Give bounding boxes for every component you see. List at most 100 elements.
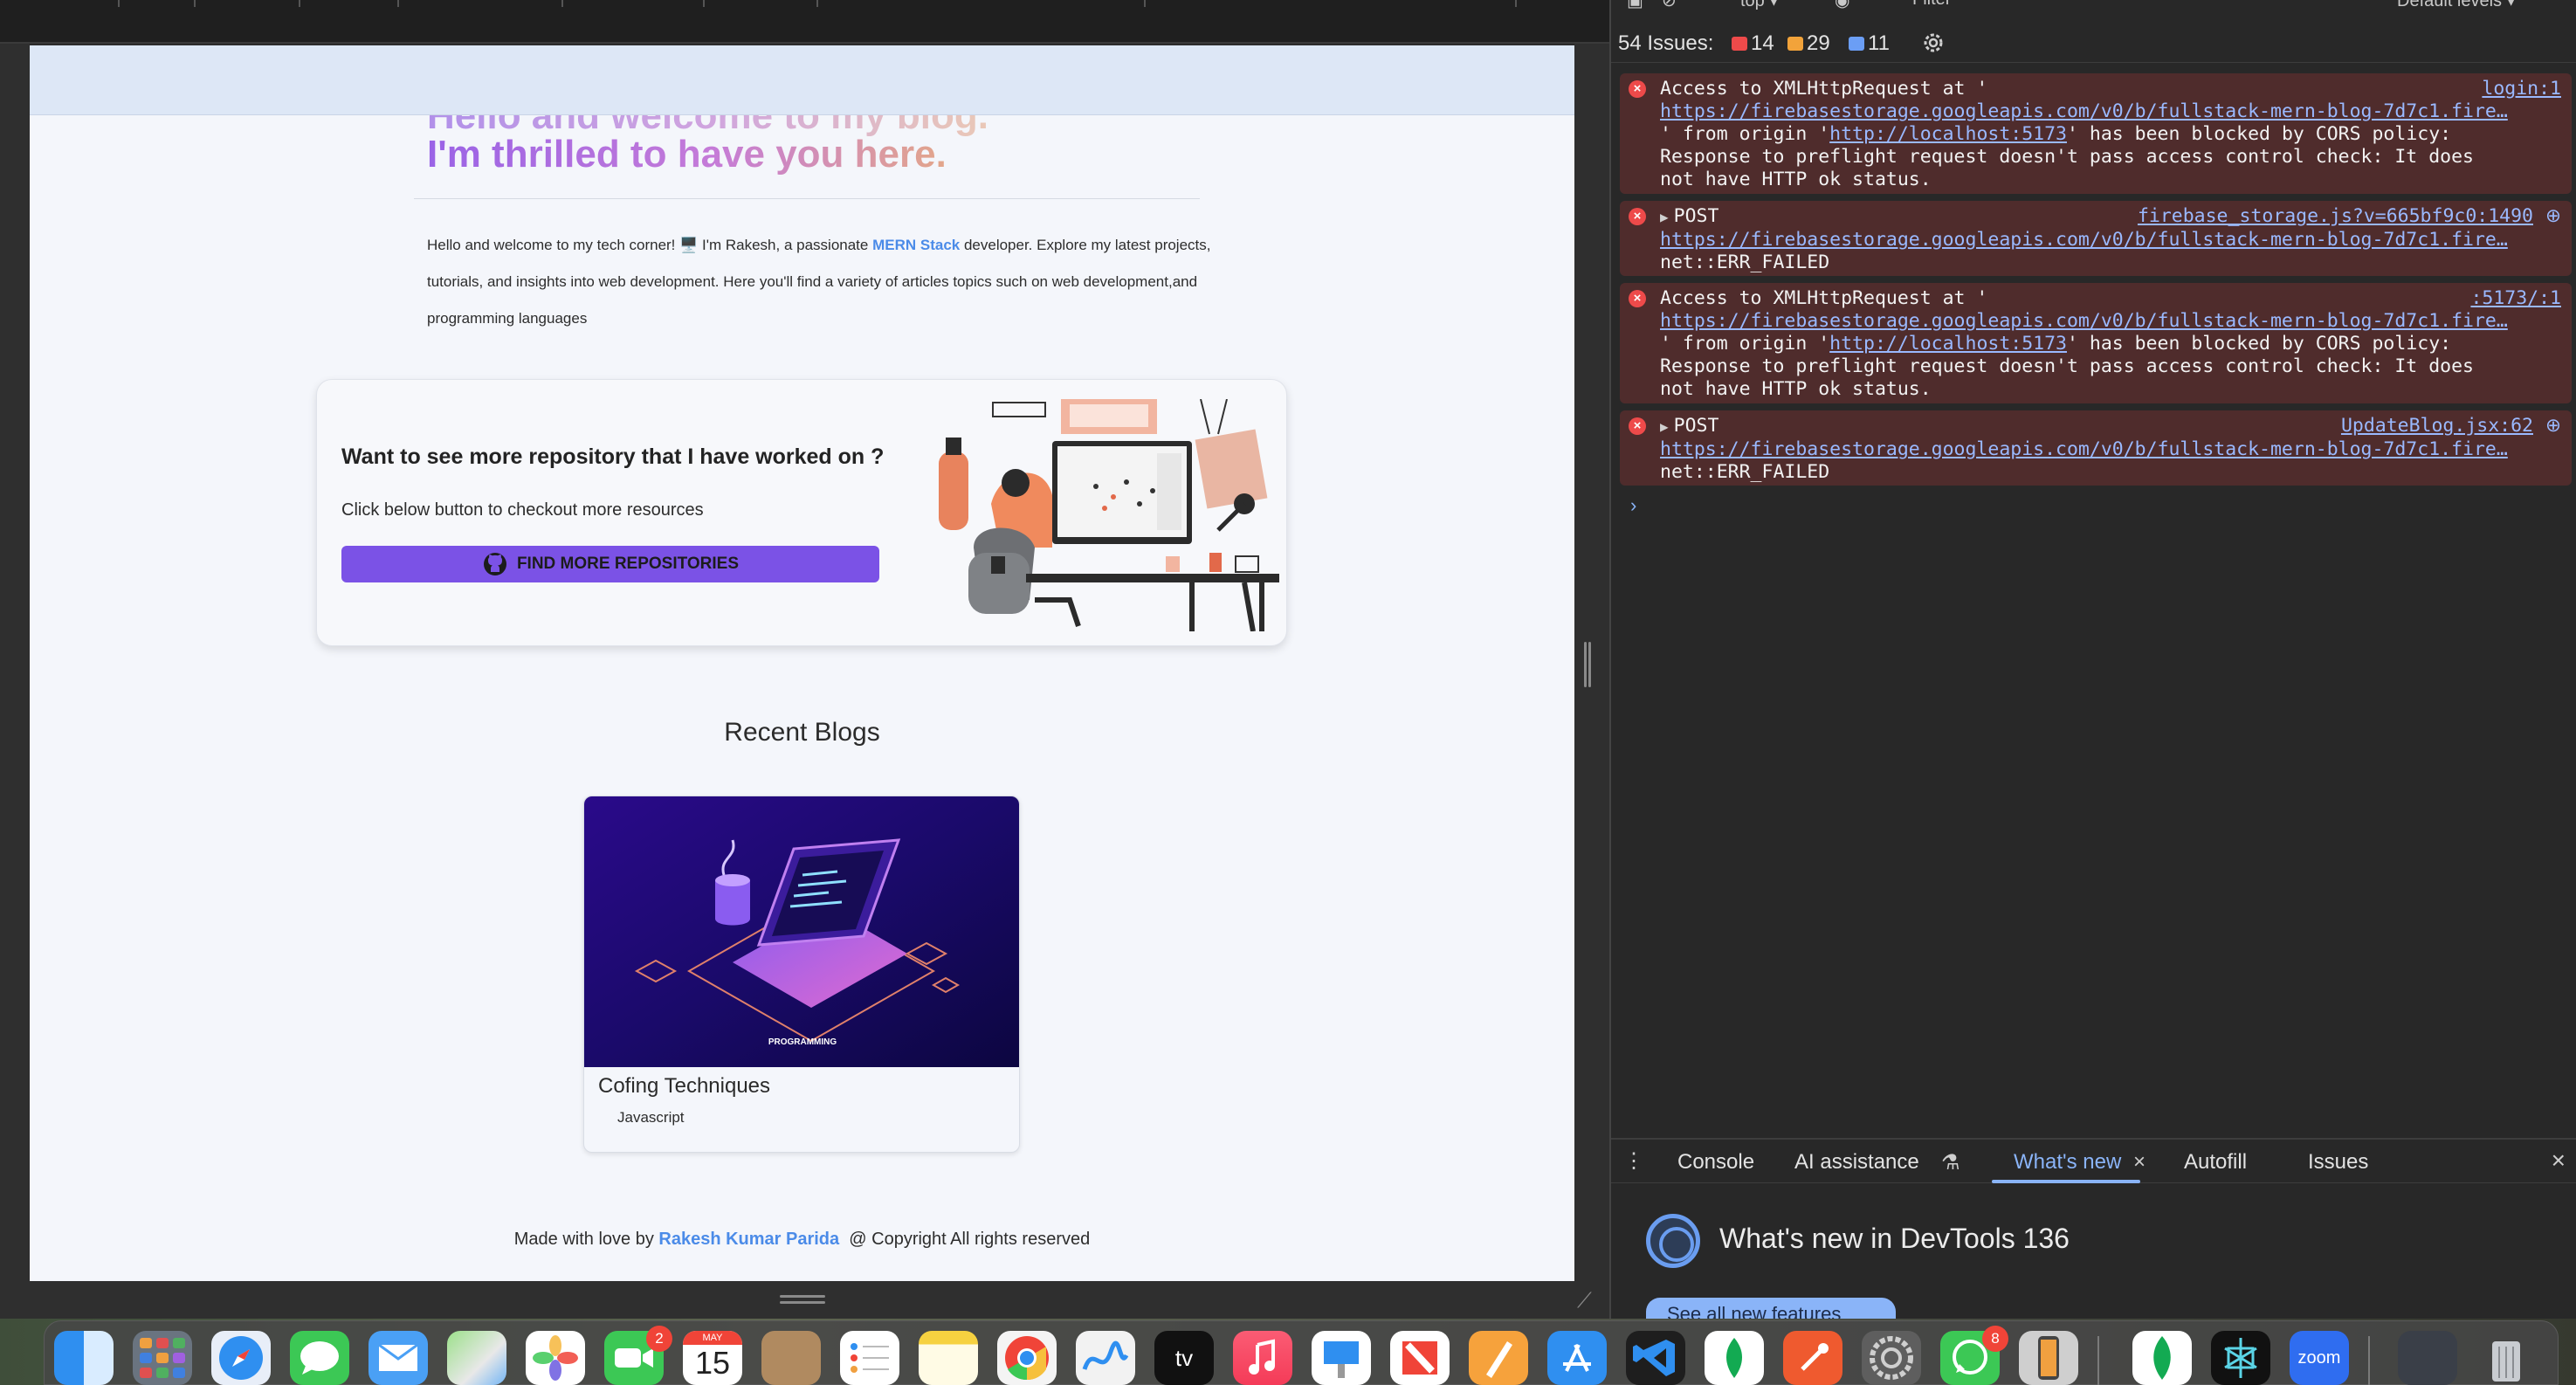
toolbar-tick: [561, 0, 563, 7]
clear-console-icon[interactable]: ⊘: [1662, 0, 1677, 11]
zoom-icon[interactable]: zoom: [2290, 1331, 2349, 1385]
info-flag-icon: [1849, 37, 1864, 51]
console-error-entry[interactable]: × Access to XMLHttpRequest at ' https://…: [1620, 73, 2572, 194]
pages-icon[interactable]: [1469, 1331, 1528, 1385]
developer-desk-illustration: [939, 399, 1279, 631]
calendar-day: 15: [694, 1345, 731, 1381]
reminders-icon[interactable]: [840, 1331, 899, 1385]
console-prompt-chevron-icon[interactable]: ›: [1630, 494, 1636, 517]
search-icon[interactable]: [937, 71, 954, 88]
sidebar-toggle-icon[interactable]: ▣: [1627, 0, 1643, 11]
footer-prefix: Made with love by: [513, 1230, 659, 1249]
blog-card[interactable]: PROGRAMMING Cofing Techniques Javascript: [583, 796, 1020, 1153]
user-avatar[interactable]: [1479, 57, 1526, 104]
source-link[interactable]: login:1: [2482, 78, 2561, 100]
devtools-splitter[interactable]: [1584, 642, 1593, 687]
sun-icon[interactable]: [1207, 65, 1238, 96]
context-selector[interactable]: top ▾: [1740, 0, 1778, 11]
error-flag-icon: [1732, 37, 1747, 51]
mongodb-compass-icon[interactable]: [1705, 1331, 1764, 1385]
tab-issues[interactable]: Issues: [2308, 1150, 2368, 1175]
footer-author-link[interactable]: Rakesh Kumar Parida: [658, 1230, 839, 1249]
request-url-link[interactable]: https://firebasestorage.googleapis.com/v…: [1660, 310, 2508, 332]
issues-info-count: 11: [1868, 31, 1890, 55]
origin-link[interactable]: http://localhost:5173: [1829, 333, 2067, 355]
issues-warnings[interactable]: 29: [1787, 31, 1830, 56]
gear-icon[interactable]: [1920, 30, 1946, 56]
blog-tag[interactable]: Javascript: [598, 1107, 693, 1128]
close-drawer-icon[interactable]: ×: [2552, 1147, 2566, 1175]
freeform-icon[interactable]: [1076, 1331, 1135, 1385]
corner-resize-grip[interactable]: ⟋: [1577, 1290, 1600, 1313]
mail-icon[interactable]: [368, 1331, 428, 1385]
console-error-entry[interactable]: × ▶ POST https://firebasestorage.googleap…: [1620, 201, 2572, 276]
issues-info[interactable]: 11: [1849, 31, 1890, 56]
chrome-icon[interactable]: [997, 1331, 1057, 1385]
close-tab-icon[interactable]: ×: [2133, 1150, 2146, 1175]
issues-errors[interactable]: 14: [1732, 31, 1774, 56]
launchpad-icon[interactable]: [133, 1331, 192, 1385]
expand-triangle-icon[interactable]: ▶: [1660, 418, 1669, 435]
source-link[interactable]: :5173/:1: [2470, 287, 2561, 310]
facetime-badge: 2: [646, 1326, 672, 1352]
messages-icon[interactable]: [290, 1331, 349, 1385]
tab-whats-new[interactable]: What's new: [2014, 1150, 2121, 1175]
nav-about-label: About: [451, 68, 496, 86]
console-error-entry[interactable]: × ▶ POST https://firebasestorage.googleap…: [1620, 410, 2572, 486]
photos-icon[interactable]: [526, 1331, 585, 1385]
hero-heading-line2: I'm thrilled to have you here.: [427, 133, 947, 176]
trash-icon[interactable]: [2476, 1331, 2536, 1385]
source-link[interactable]: UpdateBlog.jsx:62: [2341, 415, 2533, 438]
vscode-icon[interactable]: [1626, 1331, 1685, 1385]
music-icon[interactable]: [1233, 1331, 1292, 1385]
expand-triangle-icon[interactable]: ▶: [1660, 209, 1669, 225]
app-store-icon[interactable]: [1547, 1331, 1607, 1385]
web-page: Draft code About Hello and welcome to my…: [30, 45, 1574, 1281]
console-error-entry[interactable]: × Access to XMLHttpRequest at ' https://…: [1620, 283, 2572, 403]
perplexity-icon[interactable]: [2211, 1331, 2270, 1385]
maps-icon[interactable]: [447, 1331, 506, 1385]
thumbnail-caption: PROGRAMMING: [768, 1037, 837, 1047]
contacts-icon[interactable]: [761, 1331, 821, 1385]
system-settings-icon[interactable]: [1862, 1331, 1921, 1385]
more-menu-icon[interactable]: ⋮: [1623, 1148, 1644, 1174]
issues-bar[interactable]: 54 Issues: 14 29 11: [1611, 24, 2576, 63]
news-icon[interactable]: [1390, 1331, 1450, 1385]
finder-icon[interactable]: [54, 1331, 114, 1385]
apple-tv-label: tv: [1174, 1345, 1194, 1371]
console-message: Access to XMLHttpRequest at ' https://fi…: [1660, 78, 2508, 190]
tab-autofill[interactable]: Autofill: [2184, 1150, 2247, 1175]
live-expression-icon[interactable]: ◉: [1835, 0, 1849, 11]
viewport-resize-handle[interactable]: [780, 1295, 825, 1306]
downloads-stack-icon[interactable]: [2398, 1331, 2457, 1385]
request-url-link[interactable]: https://firebasestorage.googleapis.com/v…: [1660, 100, 2508, 122]
origin-link[interactable]: http://localhost:5173: [1829, 123, 2067, 145]
iphone-mirroring-icon[interactable]: [2019, 1331, 2078, 1385]
search-input[interactable]: [747, 71, 931, 90]
toolbar-tick: [703, 0, 705, 7]
network-globe-icon[interactable]: ⊕: [2545, 204, 2561, 227]
blog-title[interactable]: Cofing Techniques: [598, 1074, 770, 1099]
nav-about-link[interactable]: About: [426, 68, 496, 86]
apple-tv-icon[interactable]: tv: [1154, 1331, 1214, 1385]
safari-icon[interactable]: [211, 1331, 271, 1385]
filter-input[interactable]: Filter: [1912, 0, 1951, 10]
postman-icon[interactable]: [1783, 1331, 1842, 1385]
request-url-link[interactable]: https://firebasestorage.googleapis.com/v…: [1660, 229, 2508, 251]
find-repositories-button[interactable]: FIND MORE REPOSITORIES: [341, 546, 879, 582]
error-icon: ×: [1629, 80, 1646, 98]
intro-accent: MERN Stack: [872, 237, 961, 253]
tab-ai-assistance[interactable]: AI assistance: [1794, 1150, 1919, 1175]
notes-icon[interactable]: [919, 1331, 978, 1385]
logo-draft-text: Draft: [73, 66, 123, 90]
site-logo[interactable]: Draft code: [73, 63, 202, 94]
request-url-link[interactable]: https://firebasestorage.googleapis.com/v…: [1660, 438, 2508, 460]
issues-warnings-count: 29: [1807, 31, 1830, 55]
source-link[interactable]: firebase_storage.js?v=665bf9c0:1490: [2138, 205, 2533, 228]
mongodb-icon[interactable]: [2132, 1331, 2192, 1385]
log-levels-dropdown[interactable]: Default levels ▾: [2397, 0, 2516, 11]
calendar-icon[interactable]: MAY 15: [683, 1331, 742, 1385]
keynote-icon[interactable]: [1312, 1331, 1371, 1385]
network-globe-icon[interactable]: ⊕: [2545, 414, 2561, 437]
tab-console[interactable]: Console: [1677, 1150, 1754, 1175]
